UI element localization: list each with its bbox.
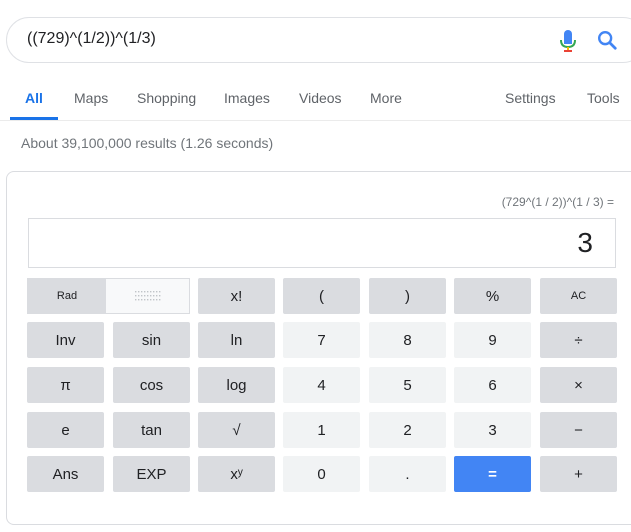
key-close-paren[interactable]: ) — [369, 278, 446, 314]
key-9[interactable]: 9 — [454, 322, 531, 358]
key-4[interactable]: 4 — [283, 367, 360, 403]
key-minus[interactable]: − — [540, 412, 617, 448]
calculator-expression: (729^(1 / 2))^(1 / 3) = — [501, 195, 614, 209]
key-e[interactable]: e — [27, 412, 104, 448]
key-ac[interactable]: AC — [540, 278, 617, 314]
key-ln[interactable]: ln — [198, 322, 275, 358]
key-cos[interactable]: cos — [113, 367, 190, 403]
key-inv[interactable]: Inv — [27, 322, 104, 358]
search-box[interactable]: ((729)^(1/2))^(1/3) — [6, 17, 631, 63]
key-2[interactable]: 2 — [369, 412, 446, 448]
tab-all[interactable]: All — [25, 90, 43, 106]
tab-shopping[interactable]: Shopping — [137, 90, 196, 106]
key-sqrt[interactable]: √ — [198, 412, 275, 448]
result-stats: About 39,100,000 results (1.26 seconds) — [21, 135, 274, 151]
search-input[interactable]: ((729)^(1/2))^(1/3) — [27, 30, 156, 48]
search-icon[interactable] — [596, 29, 618, 51]
key-open-paren[interactable]: ( — [283, 278, 360, 314]
key-ans[interactable]: Ans — [27, 456, 104, 492]
key-plus[interactable]: + — [540, 456, 617, 492]
key-power[interactable]: xʸ — [198, 456, 275, 492]
key-factorial[interactable]: x! — [198, 278, 275, 314]
key-divide[interactable]: ÷ — [540, 322, 617, 358]
key-sin[interactable]: sin — [113, 322, 190, 358]
key-multiply[interactable]: × — [540, 367, 617, 403]
active-tab-indicator — [10, 117, 58, 120]
key-0[interactable]: 0 — [283, 456, 360, 492]
rad-button[interactable]: Rad — [28, 279, 106, 313]
tab-settings[interactable]: Settings — [505, 90, 556, 106]
microphone-icon[interactable] — [558, 29, 578, 53]
key-8[interactable]: 8 — [369, 322, 446, 358]
tab-more[interactable]: More — [370, 90, 402, 106]
key-5[interactable]: 5 — [369, 367, 446, 403]
dots-icon — [134, 291, 160, 301]
key-1[interactable]: 1 — [283, 412, 360, 448]
tab-images[interactable]: Images — [224, 90, 270, 106]
deg-button[interactable] — [106, 279, 189, 313]
key-decimal[interactable]: . — [369, 456, 446, 492]
key-log[interactable]: log — [198, 367, 275, 403]
rad-deg-toggle[interactable]: Rad — [27, 278, 190, 314]
key-3[interactable]: 3 — [454, 412, 531, 448]
key-7[interactable]: 7 — [283, 322, 360, 358]
key-exp[interactable]: EXP — [113, 456, 190, 492]
calculator-result: 3 — [577, 227, 593, 258]
tab-maps[interactable]: Maps — [74, 90, 108, 106]
calculator-display: 3 — [28, 218, 616, 268]
key-pi[interactable]: π — [27, 367, 104, 403]
key-percent[interactable]: % — [454, 278, 531, 314]
tab-tools[interactable]: Tools — [587, 90, 620, 106]
key-equals[interactable]: = — [454, 456, 531, 492]
key-tan[interactable]: tan — [113, 412, 190, 448]
tab-videos[interactable]: Videos — [299, 90, 342, 106]
key-6[interactable]: 6 — [454, 367, 531, 403]
search-tabs: All Maps Shopping Images Videos More Set… — [0, 84, 631, 121]
